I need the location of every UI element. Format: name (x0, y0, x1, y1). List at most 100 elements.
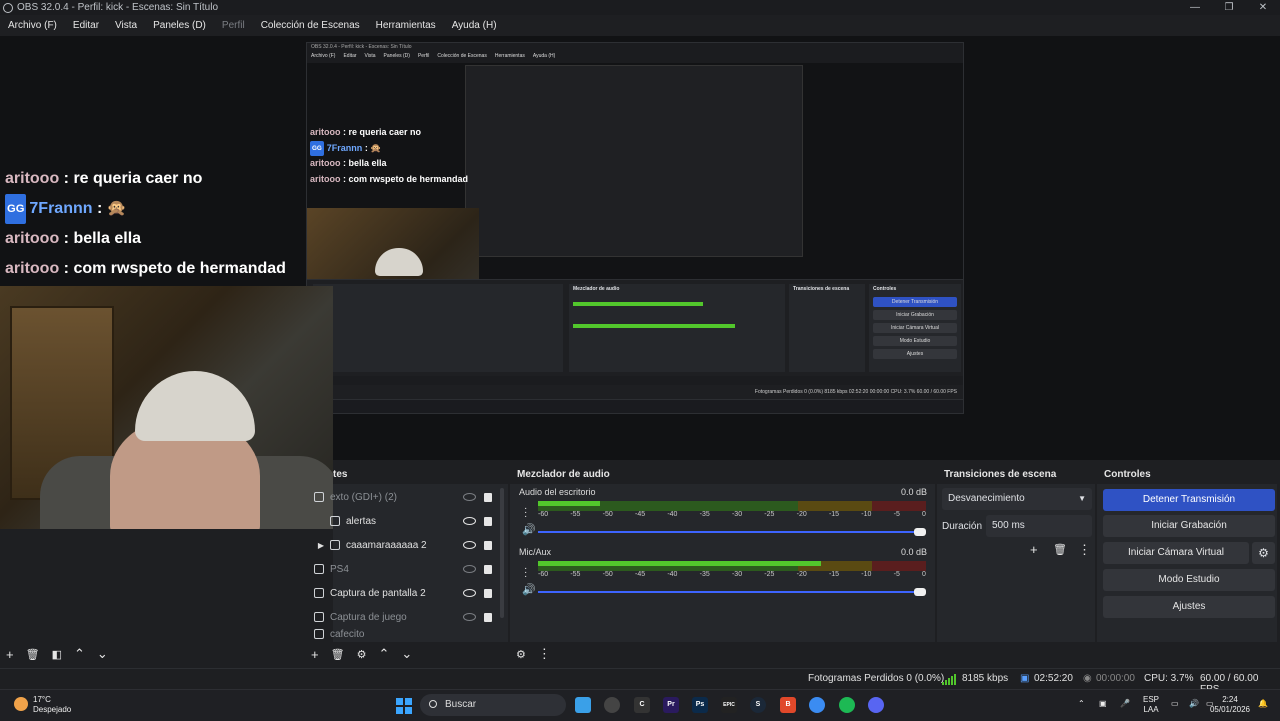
speaker-icon[interactable]: 🔊 (522, 523, 536, 536)
duration-input[interactable]: 500 ms (986, 515, 1092, 537)
visibility-toggle-icon[interactable] (463, 541, 476, 549)
gamepad-icon (314, 612, 324, 622)
transition-select[interactable]: Desvanecimiento ▼ (942, 488, 1092, 510)
record-icon: ◉ (1083, 673, 1092, 684)
gear-icon[interactable]: ⚙ (357, 648, 367, 661)
source-item[interactable]: alertas (308, 509, 500, 533)
track-db: 0.0 dB (900, 547, 927, 557)
mixer-toolbar: ⚙ ⋮ (516, 644, 551, 664)
menu-scene-collection[interactable]: Colección de Escenas (253, 20, 368, 31)
nested-status: Fotogramas Perdidos 0 (0.0%) 8185 kbps 0… (307, 385, 963, 399)
clock[interactable]: 2:24 05/01/2026 (1208, 695, 1252, 715)
source-item[interactable]: PS4 (308, 557, 500, 581)
discord-icon[interactable] (868, 697, 884, 713)
windows-start-icon[interactable] (396, 698, 412, 714)
lock-icon[interactable] (484, 540, 492, 550)
explorer-icon[interactable] (575, 697, 591, 713)
weather-widget[interactable]: 17°C Despejado (33, 695, 71, 715)
weather-icon[interactable] (14, 697, 28, 711)
taskbar-search[interactable]: Buscar (420, 694, 566, 716)
spotify-icon[interactable] (839, 697, 855, 713)
source-item[interactable]: Captura de pantalla 2 (308, 581, 500, 605)
chat-overlay: aritooo : re queria caer no GG 7Frannn : … (5, 164, 286, 284)
volume-slider[interactable] (538, 528, 926, 536)
add-icon[interactable]: + (6, 647, 14, 662)
delete-transition-button[interactable]: 🗑 (1053, 543, 1067, 556)
menu-view[interactable]: Vista (107, 20, 145, 31)
brave-icon[interactable]: B (780, 697, 796, 713)
tray-chevron-icon[interactable]: ⌃ (1078, 699, 1085, 709)
steam-icon[interactable]: S (750, 697, 766, 713)
monitor-icon (314, 588, 324, 598)
menu-docks[interactable]: Paneles (D) (145, 20, 214, 31)
source-item[interactable]: cafecito (308, 629, 500, 641)
close-button[interactable]: ✕ (1246, 0, 1280, 15)
trash-icon[interactable]: 🗑 (26, 648, 40, 661)
source-item[interactable]: Captura de juego (308, 605, 500, 629)
mixer-settings-icon[interactable]: ⚙ (516, 648, 526, 661)
move-down-icon[interactable]: ⌄ (97, 646, 108, 662)
start-recording-button[interactable]: Iniciar Grabación (1103, 515, 1275, 537)
photoshop-icon[interactable]: Ps (692, 697, 708, 713)
meter-scale: -60 -55 -50 -45 -40 -35 -30 -25 -20 -15 -10 -5 0 (538, 571, 926, 578)
speaker-icon[interactable]: 🔊 (522, 583, 536, 596)
mixer-title: Mezclador de audio (517, 469, 610, 480)
menu-bar: Archivo (F) Editar Vista Paneles (D) Per… (0, 15, 1280, 35)
obs-icon[interactable] (604, 697, 620, 713)
menu-help[interactable]: Ayuda (H) (444, 20, 505, 31)
meter-fill (538, 561, 821, 566)
lock-icon[interactable] (484, 612, 492, 622)
move-up-icon[interactable]: ⌃ (74, 646, 85, 662)
transition-menu-icon[interactable]: ⋮ (1078, 542, 1091, 558)
visibility-toggle-icon[interactable] (463, 613, 476, 621)
language-indicator[interactable]: ESP LAA (1143, 695, 1159, 715)
camera-icon (314, 564, 324, 574)
visibility-toggle-icon[interactable] (463, 493, 476, 501)
maximize-button[interactable]: ❐ (1212, 0, 1246, 15)
volume-icon[interactable]: 🔊 (1189, 699, 1199, 709)
lock-icon[interactable] (484, 492, 492, 502)
visibility-toggle-icon[interactable] (463, 517, 476, 525)
record-time: 00:00:00 (1096, 673, 1135, 684)
nested-sources (313, 284, 563, 372)
filter-icon[interactable]: ◧ (52, 648, 62, 661)
cursor-icon[interactable]: C (634, 697, 650, 713)
stop-stream-button[interactable]: Detener Transmisión (1103, 489, 1275, 511)
move-down-icon[interactable]: ⌄ (401, 646, 412, 662)
lock-icon[interactable] (484, 516, 492, 526)
nested-docks: Mezclador de audio Transiciones de escen… (307, 279, 963, 376)
tray-app-icon[interactable]: ▣ (1099, 699, 1107, 709)
gear-icon[interactable]: ⚙ (1252, 542, 1275, 564)
lock-icon[interactable] (484, 588, 492, 598)
lock-icon[interactable] (484, 564, 492, 574)
network-icon[interactable]: ▭ (1171, 699, 1179, 709)
visibility-toggle-icon[interactable] (463, 565, 476, 573)
add-icon[interactable]: + (311, 647, 319, 662)
trash-icon[interactable]: 🗑 (331, 648, 345, 661)
source-item[interactable]: ▶ caaamaraaaaaa 2 (308, 533, 500, 557)
track-menu-icon[interactable]: · · · (524, 504, 527, 522)
volume-slider[interactable] (538, 588, 926, 596)
nested-obs-capture: OBS 32.0.4 - Perfil: kick - Escenas: Sin… (306, 42, 964, 414)
mixer-menu-icon[interactable]: ⋮ (538, 646, 551, 662)
visibility-toggle-icon[interactable] (463, 589, 476, 597)
menu-file[interactable]: Archivo (F) (0, 20, 65, 31)
settings-button[interactable]: Ajustes (1103, 596, 1275, 618)
source-item[interactable]: exto (GDI+) (2) (308, 485, 500, 509)
microphone-icon[interactable]: 🎤 (1120, 699, 1130, 709)
chrome-icon[interactable] (809, 697, 825, 713)
add-transition-button[interactable]: + (1030, 542, 1038, 557)
menu-tools[interactable]: Herramientas (368, 20, 444, 31)
minimize-button[interactable]: — (1178, 0, 1212, 15)
transitions-title: Transiciones de escena (944, 469, 1057, 480)
track-menu-icon[interactable]: · · · (524, 564, 527, 582)
studio-mode-button[interactable]: Modo Estudio (1103, 569, 1275, 591)
menu-edit[interactable]: Editar (65, 20, 107, 31)
move-up-icon[interactable]: ⌃ (378, 646, 389, 662)
sources-scrollbar[interactable] (500, 488, 504, 618)
premiere-icon[interactable]: Pr (663, 697, 679, 713)
notification-icon[interactable]: 🔔 (1258, 699, 1268, 709)
expand-icon[interactable]: ▶ (308, 541, 324, 550)
start-virtual-camera-button[interactable]: Iniciar Cámara Virtual (1103, 542, 1249, 564)
epic-icon[interactable]: EPIC (721, 697, 737, 713)
